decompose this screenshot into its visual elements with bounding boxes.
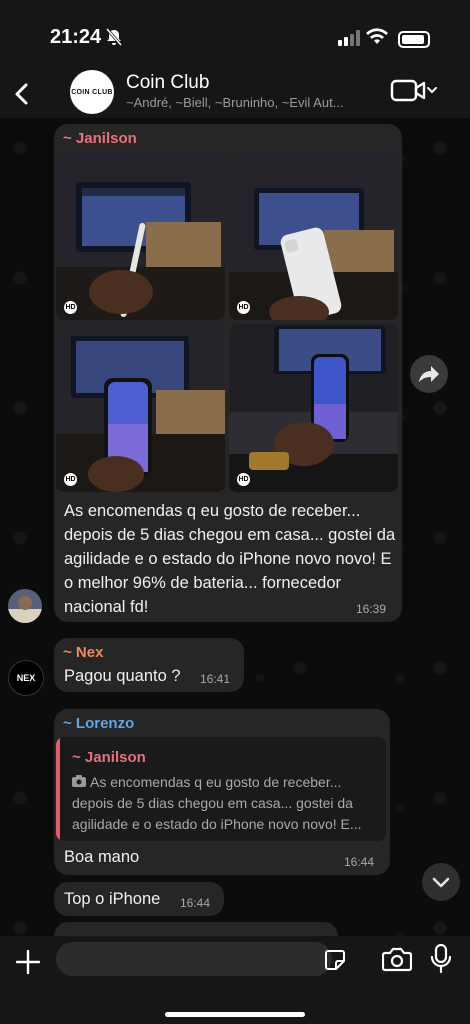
mic-icon[interactable]	[430, 944, 452, 974]
message-text: Top o iPhone	[64, 890, 161, 908]
photo-1-image	[56, 152, 225, 320]
quote-sender: ~ Janilson	[72, 749, 146, 766]
cellular-signal-icon	[338, 30, 360, 46]
forward-button[interactable]	[410, 355, 448, 393]
home-indicator	[165, 1012, 305, 1017]
quote-text: As encomendas q eu gosto de receber... d…	[72, 774, 362, 832]
scroll-down-icon	[432, 877, 450, 888]
group-avatar[interactable]: COIN CLUB	[70, 70, 114, 114]
wifi-icon	[366, 28, 388, 44]
message-nex[interactable]: ~ Nex Pagou quanto ? 16:41	[54, 638, 244, 692]
photo-3[interactable]: HD	[56, 324, 225, 492]
video-camera-icon[interactable]	[390, 78, 438, 104]
photo-1[interactable]: HD	[56, 152, 225, 320]
message-partial	[54, 922, 338, 936]
sticker-icon[interactable]	[324, 949, 346, 971]
message-input[interactable]	[56, 942, 332, 976]
photo-2[interactable]: HD	[229, 152, 398, 320]
photo-4[interactable]: HD	[229, 324, 398, 492]
composer-bar	[0, 936, 470, 1024]
message-lorenzo-2[interactable]: Top o iPhone 16:44	[54, 882, 224, 916]
forward-icon	[419, 366, 439, 382]
plus-icon[interactable]	[14, 948, 42, 976]
message-time: 16:39	[356, 602, 387, 616]
message-time: 16:44	[344, 855, 375, 869]
message-time: 16:41	[200, 672, 231, 686]
photo-3-image	[56, 324, 225, 492]
photo-2-image	[229, 152, 398, 320]
sender-name: ~ Janilson	[63, 130, 137, 147]
camera-icon[interactable]	[382, 946, 412, 972]
hd-badge: HD	[64, 301, 77, 314]
photo-4-image	[229, 324, 398, 492]
group-members[interactable]: ~André, ~Biell, ~Bruninho, ~Evil Aut...	[126, 95, 376, 110]
status-bar: 21:24	[0, 0, 470, 70]
battery-icon	[398, 31, 430, 48]
sender-name: ~ Lorenzo	[63, 715, 135, 732]
hd-badge: HD	[237, 301, 250, 314]
quote-accent-bar	[56, 737, 60, 841]
message-text: Boa mano	[64, 848, 140, 866]
quoted-message[interactable]: ~ Janilson As encomendas q eu gosto de r…	[56, 737, 386, 841]
status-time: 21:24	[50, 26, 102, 48]
back-chevron-icon[interactable]	[6, 76, 42, 112]
avatar-janilson-image	[8, 589, 42, 623]
hd-badge: HD	[237, 473, 250, 486]
silent-bell-icon	[106, 28, 122, 46]
message-time: 16:44	[180, 896, 211, 910]
avatar-nex[interactable]: NEX	[8, 660, 44, 696]
sender-name: ~ Nex	[63, 644, 104, 661]
hd-badge: HD	[64, 473, 77, 486]
group-title[interactable]: Coin Club	[126, 72, 209, 94]
chat-header: COIN CLUB Coin Club ~André, ~Biell, ~Bru…	[0, 70, 470, 118]
message-text: As encomendas q eu gosto de receber... d…	[64, 502, 396, 616]
message-text: Pagou quanto ?	[64, 667, 181, 685]
avatar-janilson[interactable]	[8, 589, 42, 623]
message-janilson[interactable]: ~ Janilson HD HD HD HD As encomendas q e…	[54, 124, 402, 622]
scroll-down-button[interactable]	[422, 863, 460, 901]
